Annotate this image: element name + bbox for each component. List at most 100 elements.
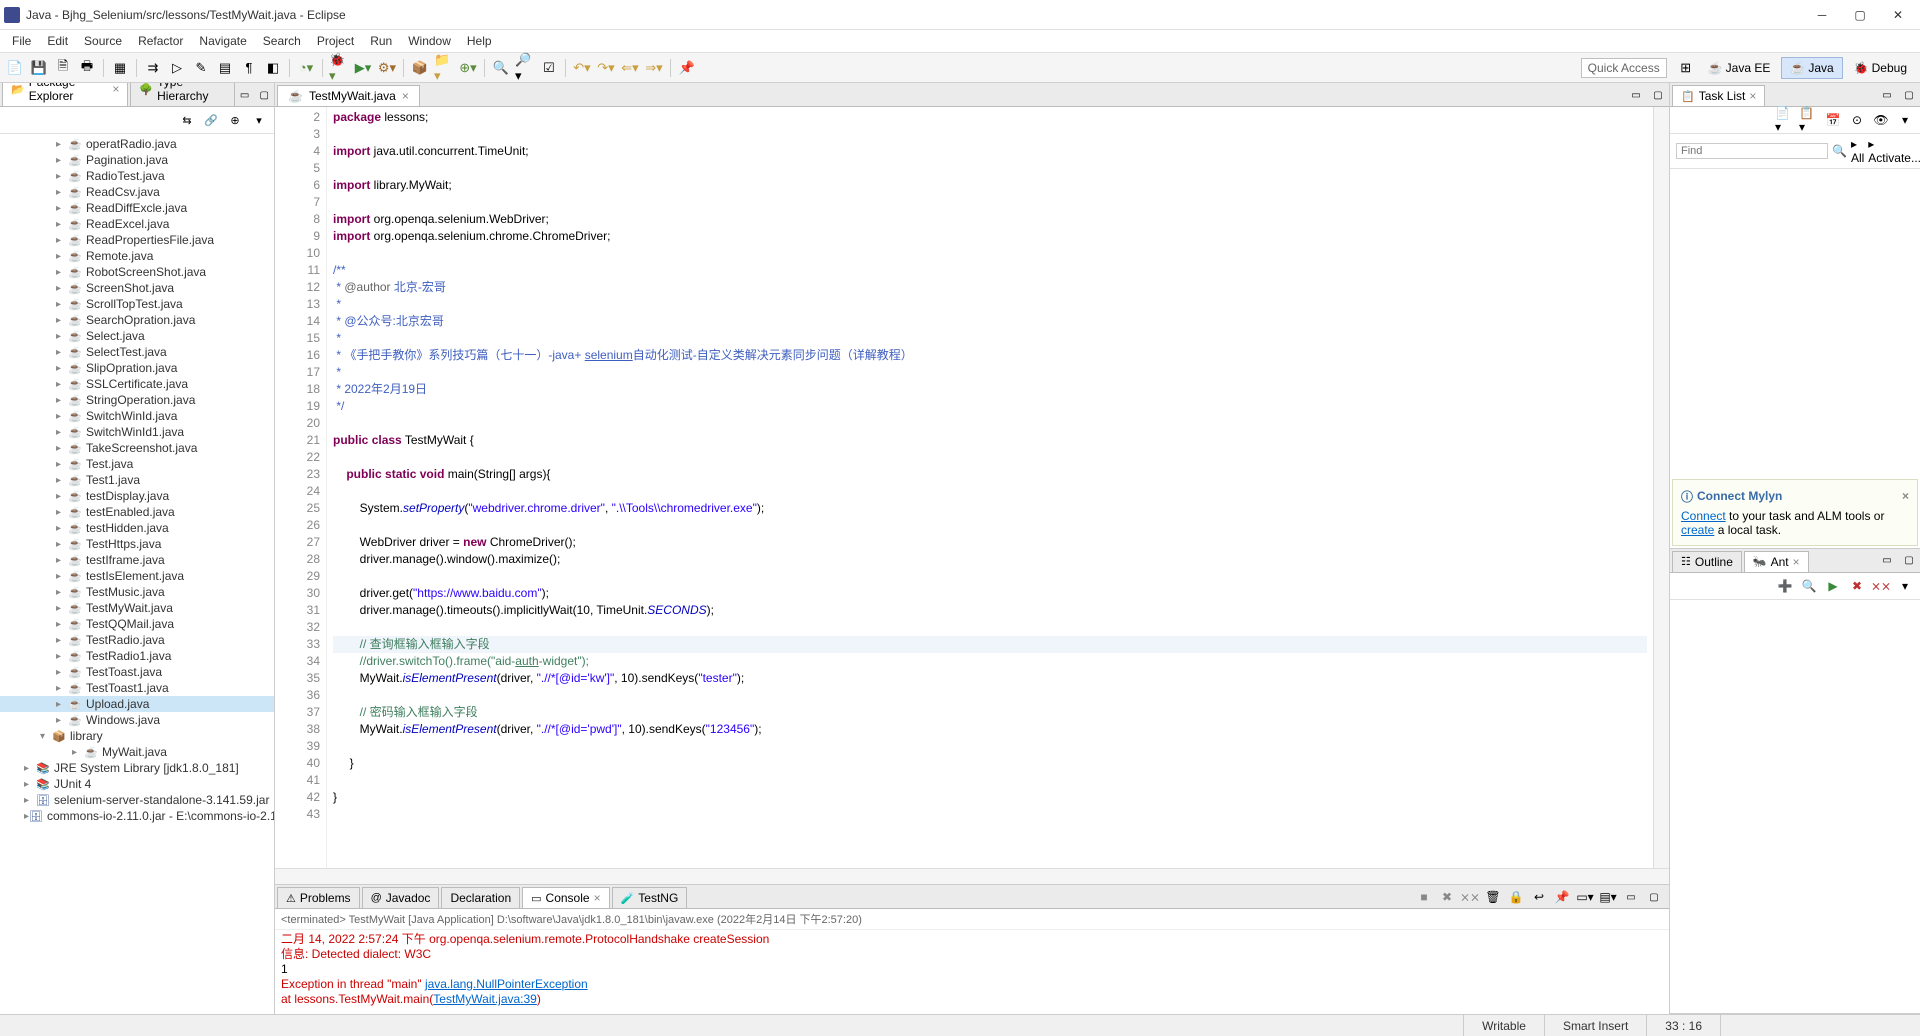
view-minimize-icon[interactable]: ▭: [1876, 550, 1898, 572]
quick-access-input[interactable]: Quick Access: [1581, 58, 1667, 78]
find-input[interactable]: [1676, 143, 1828, 159]
tree-item[interactable]: ▸📚JUnit 4: [0, 776, 274, 792]
tree-item[interactable]: ▸☕StringOperation.java: [0, 392, 274, 408]
search-button[interactable]: 🔎▾: [514, 57, 536, 79]
close-icon[interactable]: ×: [402, 89, 409, 103]
open-type-button[interactable]: 🔍: [490, 57, 512, 79]
skip-breakpoints-button[interactable]: ⇉: [142, 57, 164, 79]
toggle-mark-button[interactable]: ✎: [190, 57, 212, 79]
task-list-tab[interactable]: 📋 Task List ×: [1672, 85, 1765, 106]
tree-item[interactable]: ▸☕ScrollTopTest.java: [0, 296, 274, 312]
tree-item[interactable]: ▸☕SlipOpration.java: [0, 360, 274, 376]
minimize-button[interactable]: ─: [1812, 5, 1832, 25]
close-icon[interactable]: ×: [1749, 89, 1756, 103]
tree-item[interactable]: ▸☕testIsElement.java: [0, 568, 274, 584]
tree-item[interactable]: ▸🗄selenium-server-standalone-3.141.59.ja…: [0, 792, 274, 808]
tree-item[interactable]: ▸☕ReadPropertiesFile.java: [0, 232, 274, 248]
view-menu-button[interactable]: ▾: [248, 109, 270, 131]
remove-button[interactable]: ✖: [1846, 575, 1868, 597]
menu-edit[interactable]: Edit: [39, 32, 76, 50]
tree-item[interactable]: ▸☕Remote.java: [0, 248, 274, 264]
console-maximize-icon[interactable]: ▢: [1643, 886, 1665, 908]
javadoc-tab[interactable]: @ Javadoc: [362, 887, 440, 908]
close-icon[interactable]: ×: [1902, 489, 1909, 503]
ant-tab[interactable]: 🐜 Ant ×: [1744, 551, 1809, 572]
search-icon[interactable]: 🔍: [1832, 144, 1847, 158]
tree-item[interactable]: ▸☕testHidden.java: [0, 520, 274, 536]
tree-item[interactable]: ▸☕SwitchWinId.java: [0, 408, 274, 424]
terminate-button[interactable]: ■: [1413, 886, 1435, 908]
tree-item[interactable]: ▸☕TestMyWait.java: [0, 600, 274, 616]
tree-item[interactable]: ▸☕Pagination.java: [0, 152, 274, 168]
view-maximize-icon[interactable]: ▢: [1898, 550, 1920, 572]
add-buildfile-button[interactable]: ➕: [1774, 575, 1796, 597]
connect-link[interactable]: Connect: [1681, 509, 1726, 523]
forward-button[interactable]: ⇒▾: [643, 57, 665, 79]
save-all-button[interactable]: 🗎: [52, 57, 74, 79]
menu-search[interactable]: Search: [255, 32, 309, 50]
tree-item[interactable]: ▸☕TestHttps.java: [0, 536, 274, 552]
new-task-button[interactable]: 📄▾: [1774, 109, 1796, 131]
coverage-button[interactable]: ◔▾: [295, 57, 317, 79]
task-menu-button[interactable]: ▾: [1894, 109, 1916, 131]
tree-item[interactable]: ▸☕TestMusic.java: [0, 584, 274, 600]
open-perspective-button[interactable]: ⊞: [1675, 57, 1697, 79]
tree-item[interactable]: ▸☕testDisplay.java: [0, 488, 274, 504]
package-tree[interactable]: ▸☕operatRadio.java▸☕Pagination.java▸☕Rad…: [0, 134, 274, 1014]
new-type-button[interactable]: ⊕▾: [457, 57, 479, 79]
console-output[interactable]: 二月 14, 2022 2:57:24 下午 org.openqa.seleni…: [275, 930, 1669, 1014]
back-button[interactable]: ⇐▾: [619, 57, 641, 79]
tree-item[interactable]: ▸☕ScreenShot.java: [0, 280, 274, 296]
perspective-java[interactable]: ☕Java: [1781, 57, 1842, 79]
focus-button[interactable]: ⊙: [1846, 109, 1868, 131]
tree-item[interactable]: ▸☕Select.java: [0, 328, 274, 344]
debug-button[interactable]: 🐞▾: [328, 57, 350, 79]
hide-button[interactable]: 👁: [1870, 109, 1892, 131]
menu-file[interactable]: File: [4, 32, 39, 50]
new-class-button[interactable]: 📁▾: [433, 57, 455, 79]
activate-link[interactable]: ▸ Activate...: [1868, 137, 1920, 165]
menu-run[interactable]: Run: [362, 32, 400, 50]
close-icon[interactable]: ×: [1793, 555, 1800, 569]
categorize-button[interactable]: 📋▾: [1798, 109, 1820, 131]
tree-item[interactable]: ▸📚JRE System Library [jdk1.8.0_181]: [0, 760, 274, 776]
tree-item[interactable]: ▸☕SelectTest.java: [0, 344, 274, 360]
toggle-block-button[interactable]: ▤: [214, 57, 236, 79]
focus-task-button[interactable]: ⊕: [224, 109, 246, 131]
menu-navigate[interactable]: Navigate: [191, 32, 254, 50]
run-last-button[interactable]: ⚙▾: [376, 57, 398, 79]
annotation-button[interactable]: ◧: [262, 57, 284, 79]
menu-project[interactable]: Project: [309, 32, 362, 50]
save-button[interactable]: 💾: [28, 57, 50, 79]
display-console-button[interactable]: ▭▾: [1574, 886, 1596, 908]
tree-item[interactable]: ▸☕ReadCsv.java: [0, 184, 274, 200]
editor-maximize-icon[interactable]: ▢: [1647, 84, 1669, 106]
tree-item[interactable]: ▸☕testIframe.java: [0, 552, 274, 568]
code-editor[interactable]: 2345678910111213141516171819202122232425…: [275, 107, 1669, 868]
view-minimize-icon[interactable]: ▭: [235, 84, 255, 106]
tree-item[interactable]: ▸☕Test1.java: [0, 472, 274, 488]
close-icon[interactable]: ×: [594, 891, 601, 905]
tree-item[interactable]: ▸☕TestToast1.java: [0, 680, 274, 696]
tree-item[interactable]: ▸☕TakeScreenshot.java: [0, 440, 274, 456]
tree-item[interactable]: ▸☕TestRadio.java: [0, 632, 274, 648]
editor-minimize-icon[interactable]: ▭: [1625, 84, 1647, 106]
tree-item[interactable]: ▸☕SwitchWinId1.java: [0, 424, 274, 440]
last-edit-button[interactable]: ↶▾: [571, 57, 593, 79]
problems-tab[interactable]: ⚠ Problems: [277, 887, 360, 908]
view-minimize-icon[interactable]: ▭: [1876, 84, 1898, 106]
tree-item[interactable]: ▸☕TestToast.java: [0, 664, 274, 680]
schedule-button[interactable]: 📅: [1822, 109, 1844, 131]
perspective-javaee[interactable]: ☕Java EE: [1699, 57, 1780, 79]
menu-window[interactable]: Window: [400, 32, 459, 50]
maximize-button[interactable]: ▢: [1850, 5, 1870, 25]
pin-console-button[interactable]: 📌: [1551, 886, 1573, 908]
tree-item[interactable]: ▸☕RadioTest.java: [0, 168, 274, 184]
build-button[interactable]: ▦: [109, 57, 131, 79]
menu-help[interactable]: Help: [459, 32, 500, 50]
ant-menu-button[interactable]: ▾: [1894, 575, 1916, 597]
print-button[interactable]: 🖶: [76, 57, 98, 79]
tree-item[interactable]: ▸☕Upload.java: [0, 696, 274, 712]
tree-item[interactable]: ▸☕ReadExcel.java: [0, 216, 274, 232]
remove-launch-button[interactable]: ✖: [1436, 886, 1458, 908]
